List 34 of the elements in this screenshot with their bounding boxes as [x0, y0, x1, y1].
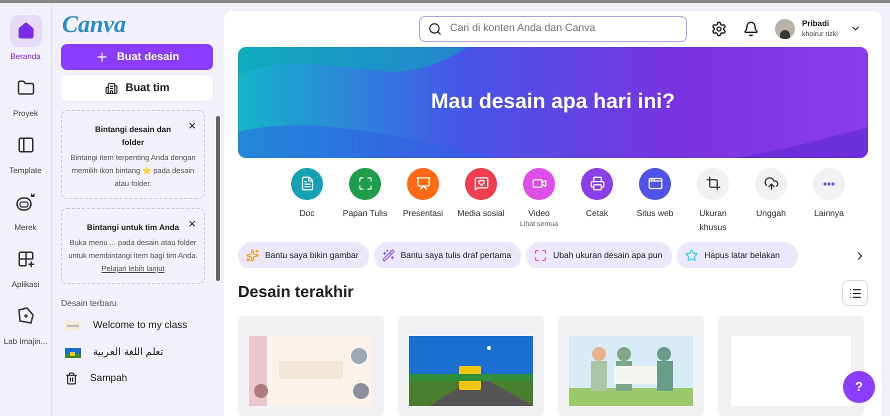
design-type-button[interactable]: Presentasi	[394, 168, 452, 234]
close-button[interactable]: ×	[188, 119, 196, 132]
rail-tab[interactable]: Template	[0, 129, 50, 177]
rail-tab[interactable]: Beranda	[0, 15, 50, 63]
rail-tab[interactable]: Aplikasi	[0, 243, 50, 291]
suggestion-chip[interactable]: Hapus latar belakan	[677, 242, 798, 268]
recent-design-item[interactable]: Welcome to my class	[61, 314, 213, 337]
close-button[interactable]: ×	[188, 217, 196, 230]
design-type-button[interactable]: Doc	[278, 168, 336, 234]
search-field[interactable]: Cari di konten Anda dan Canva	[419, 16, 687, 42]
design-type-button[interactable]: Papan Tulis	[336, 168, 394, 234]
design-type-button[interactable]: Unggah	[742, 168, 800, 234]
banner-title: Mau desain apa hari ini?	[431, 89, 675, 116]
rail-tab[interactable]: Lab Imajin...	[0, 300, 50, 348]
rail-tab[interactable]: Proyek	[0, 72, 50, 120]
design-type-button[interactable]: Media sosial	[452, 168, 510, 234]
trash-item[interactable]: Sampah	[61, 368, 213, 389]
design-type-button[interactable]: Situs web	[626, 168, 684, 234]
design-type-button[interactable]: Cetak	[568, 168, 626, 234]
card-title: Bintangi desain dan folder	[94, 124, 172, 149]
search-input[interactable]: Cari di konten Anda dan Canva	[450, 20, 678, 37]
card-title: Bintangi untuk tim Anda	[86, 222, 180, 234]
create-design-button[interactable]: Buat desain	[61, 44, 213, 70]
recent-design-item[interactable]: تعلم اللغة العربية	[61, 342, 213, 364]
suggestion-chip[interactable]: Ubah ukuran desain apa pun	[526, 242, 672, 268]
account-name: Pribadi	[802, 18, 830, 29]
rail-tab[interactable]: Merek	[0, 186, 50, 234]
suggestion-chip[interactable]: Bantu saya bikin gambar	[238, 242, 369, 268]
suggestion-chip[interactable]: Bantu saya tulis draf pertama	[374, 242, 522, 268]
create-team-button[interactable]: Buat tim	[61, 75, 213, 101]
section-heading: Desain terbaru	[61, 297, 118, 310]
design-type-button[interactable]: Lainnya	[800, 168, 858, 234]
section-title: Desain terakhir	[238, 283, 354, 304]
design-type-button[interactable]: Ukuran khusus	[684, 168, 742, 234]
